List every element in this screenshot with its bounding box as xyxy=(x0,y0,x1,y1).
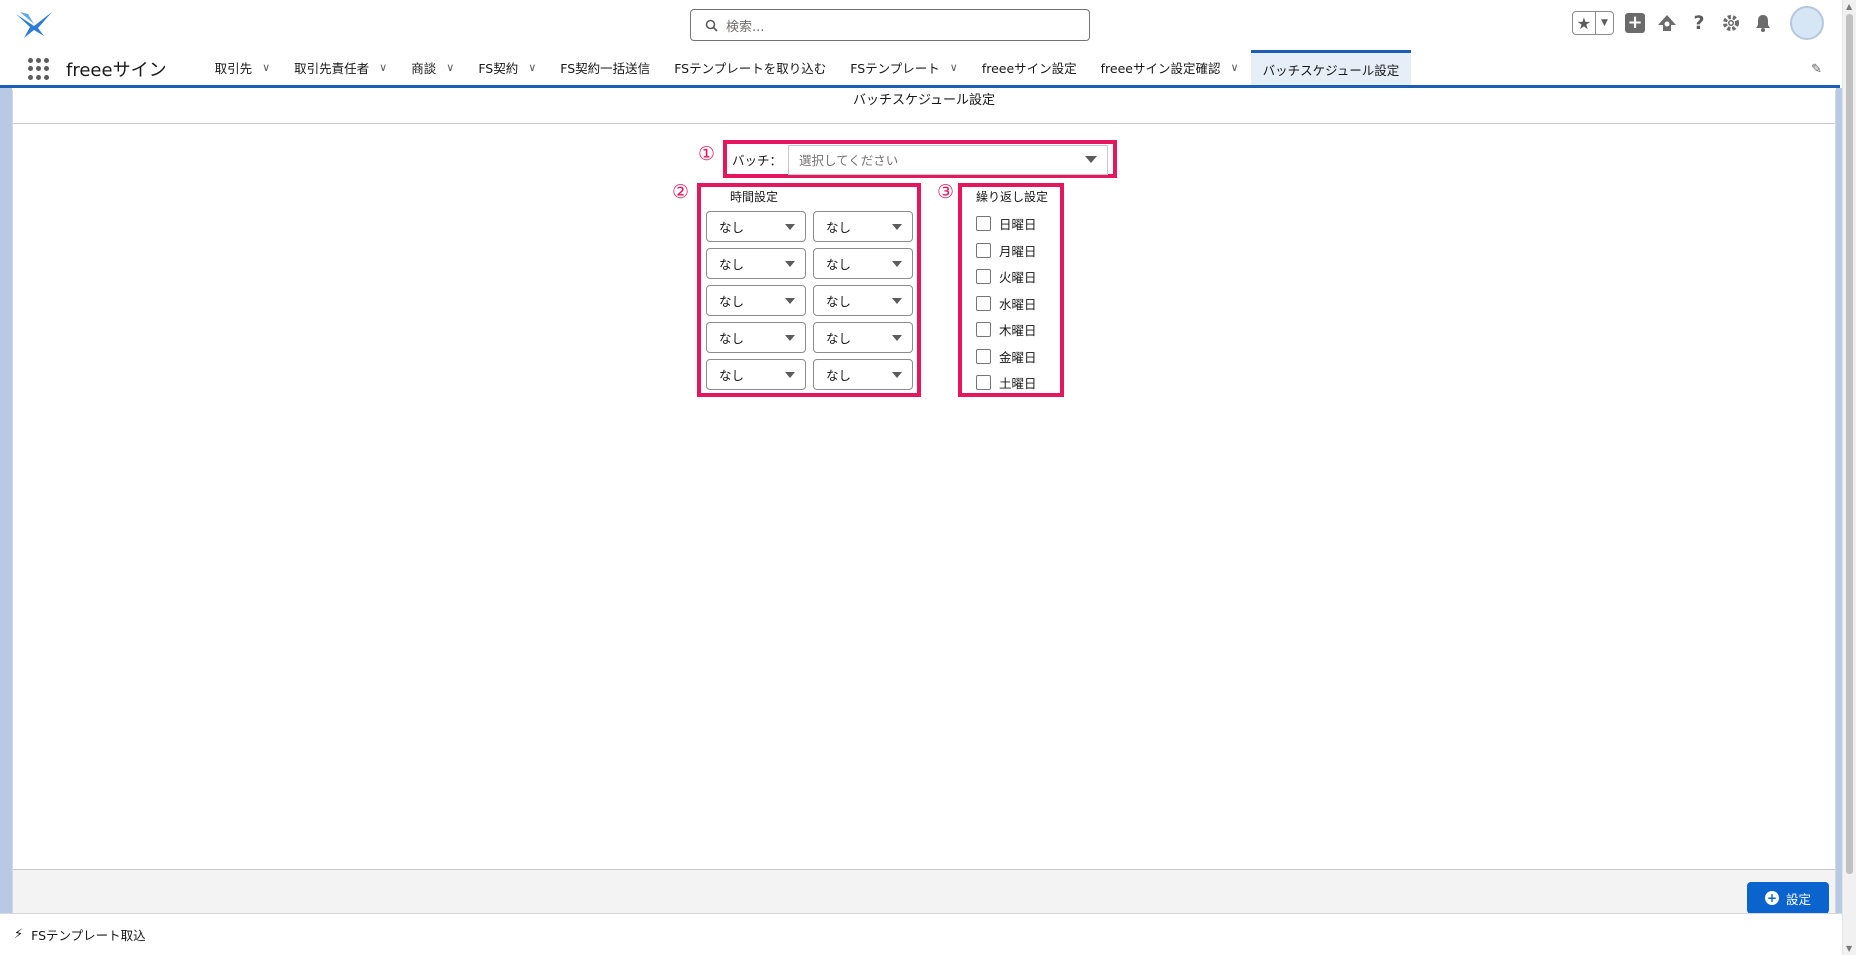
annotation-number-2: ② xyxy=(672,181,690,203)
dropdown-arrow-icon xyxy=(785,260,795,267)
day-checkbox-thursday[interactable]: 木曜日 xyxy=(976,320,1037,339)
search-placeholder: 検索... xyxy=(726,19,765,35)
page-title: バッチスケジュール設定 xyxy=(13,90,1835,124)
time-select-hour[interactable]: なし xyxy=(706,359,806,390)
annotation-number-3: ③ xyxy=(937,181,955,203)
chevron-down-icon[interactable]: ∨ xyxy=(262,61,270,74)
user-avatar[interactable] xyxy=(1790,6,1824,40)
dropdown-arrow-icon xyxy=(1085,156,1097,163)
pencil-icon[interactable]: ✎ xyxy=(1811,62,1822,77)
search-icon xyxy=(705,19,718,32)
time-select-minute[interactable]: なし xyxy=(813,248,913,279)
time-select-hour[interactable]: なし xyxy=(706,248,806,279)
checkbox[interactable] xyxy=(976,216,991,231)
nav-tab-fs-contracts[interactable]: FS契約 ∨ xyxy=(466,50,548,85)
plus-icon: + xyxy=(1625,13,1645,33)
day-checkbox-friday[interactable]: 金曜日 xyxy=(976,347,1037,366)
nav-tab-opportunities[interactable]: 商談 ∨ xyxy=(399,50,466,85)
time-settings-title: 時間設定 xyxy=(730,190,779,204)
card-footer: + 設定 xyxy=(13,869,1835,914)
dropdown-arrow-icon xyxy=(785,223,795,230)
batch-label: バッチ： xyxy=(732,153,783,168)
plus-circle-icon: + xyxy=(1764,891,1779,905)
search-input[interactable]: 検索... xyxy=(690,9,1090,41)
dropdown-arrow-icon xyxy=(892,297,902,304)
nav-tab-fs-templates[interactable]: FSテンプレート ∨ xyxy=(838,50,970,85)
app-name: freeeサイン xyxy=(66,60,167,81)
batch-select-value: 選択してください xyxy=(799,153,899,168)
time-select-hour[interactable]: なし xyxy=(706,322,806,353)
day-checkbox-wednesday[interactable]: 水曜日 xyxy=(976,294,1037,313)
time-select-hour[interactable]: なし xyxy=(706,211,806,242)
utility-item-template-import[interactable]: FSテンプレート取込 xyxy=(31,925,146,944)
lightning-icon: ⚡ xyxy=(14,927,24,942)
batch-field: バッチ： 選択してください xyxy=(724,141,1116,178)
dropdown-arrow-icon xyxy=(892,260,902,267)
trailhead-icon[interactable] xyxy=(1656,12,1678,34)
dropdown-arrow-icon xyxy=(892,334,902,341)
nav-tab-freee-sign-settings-check[interactable]: freeeサイン設定確認 ∨ xyxy=(1089,50,1251,85)
batch-select[interactable]: 選択してください xyxy=(788,144,1108,175)
annotation-number-1: ① xyxy=(698,143,716,165)
dropdown-arrow-icon xyxy=(892,371,902,378)
scrollbar-thumb[interactable] xyxy=(1846,14,1853,874)
time-select-hour[interactable]: なし xyxy=(706,285,806,316)
checkbox[interactable] xyxy=(976,296,991,311)
background-left-strip xyxy=(0,88,12,913)
checkbox[interactable] xyxy=(976,243,991,258)
checkbox[interactable] xyxy=(976,322,991,337)
global-header: 検索... ★ ▼ + ? xyxy=(0,0,1840,50)
dropdown-arrow-icon xyxy=(785,334,795,341)
chevron-down-icon[interactable]: ∨ xyxy=(1231,61,1239,74)
global-actions-button[interactable]: + xyxy=(1624,12,1646,34)
set-button[interactable]: + 設定 xyxy=(1747,882,1829,914)
day-checkbox-monday[interactable]: 月曜日 xyxy=(976,241,1037,260)
chevron-down-icon[interactable]: ∨ xyxy=(528,61,536,74)
help-icon[interactable]: ? xyxy=(1688,12,1710,34)
scroll-up-arrow-icon[interactable]: ▲ xyxy=(1846,2,1852,11)
chevron-down-icon[interactable]: ∨ xyxy=(379,61,387,74)
nav-tab-contacts[interactable]: 取引先責任者 ∨ xyxy=(282,50,399,85)
time-select-minute[interactable]: なし xyxy=(813,359,913,390)
chevron-down-icon[interactable]: ∨ xyxy=(446,61,454,74)
checkbox[interactable] xyxy=(976,349,991,364)
nav-tab-fs-bulk-send[interactable]: FS契約一括送信 xyxy=(548,50,662,85)
nav-tab-accounts[interactable]: 取引先 ∨ xyxy=(203,50,283,85)
scroll-down-arrow-icon[interactable]: ▼ xyxy=(1846,944,1852,953)
dropdown-arrow-icon xyxy=(785,297,795,304)
nav-tab-fs-template-import[interactable]: FSテンプレートを取り込む xyxy=(662,50,838,85)
nav-tab-batch-schedule[interactable]: バッチスケジュール設定 xyxy=(1250,50,1412,85)
caret-down-icon[interactable]: ▼ xyxy=(1596,12,1613,34)
dropdown-arrow-icon xyxy=(785,371,795,378)
chevron-down-icon[interactable]: ∨ xyxy=(950,61,958,74)
favorites-button-group[interactable]: ★ ▼ xyxy=(1572,11,1614,35)
star-icon[interactable]: ★ xyxy=(1573,12,1596,34)
freee-sign-logo-icon[interactable] xyxy=(14,8,56,40)
nav-tab-freee-sign-settings[interactable]: freeeサイン設定 xyxy=(970,50,1089,85)
window-scrollbar[interactable]: ▲ ▼ xyxy=(1842,0,1856,955)
day-checkbox-tuesday[interactable]: 火曜日 xyxy=(976,267,1037,286)
repeat-settings-title: 繰り返し設定 xyxy=(976,190,1049,204)
checkbox[interactable] xyxy=(976,269,991,284)
header-utilities: ★ ▼ + ? xyxy=(1572,6,1824,40)
gear-icon[interactable] xyxy=(1720,12,1742,34)
app-navigation-bar: freeeサイン 取引先 ∨ 取引先責任者 ∨ 商談 ∨ FS契約 ∨ FS契約一括送信… xyxy=(0,50,1840,88)
time-select-minute[interactable]: なし xyxy=(813,322,913,353)
bell-icon[interactable] xyxy=(1752,12,1774,34)
checkbox[interactable] xyxy=(976,375,991,390)
time-select-minute[interactable]: なし xyxy=(813,211,913,242)
day-checkbox-saturday[interactable]: 土曜日 xyxy=(976,373,1037,392)
time-select-minute[interactable]: なし xyxy=(813,285,913,316)
utility-bar: ⚡ FSテンプレート取込 xyxy=(0,913,1842,955)
day-checkbox-sunday[interactable]: 日曜日 xyxy=(976,214,1037,233)
dropdown-arrow-icon xyxy=(892,223,902,230)
batch-schedule-card: バッチスケジュール設定 + 設定 xyxy=(12,90,1836,914)
app-launcher-icon[interactable] xyxy=(28,58,50,80)
